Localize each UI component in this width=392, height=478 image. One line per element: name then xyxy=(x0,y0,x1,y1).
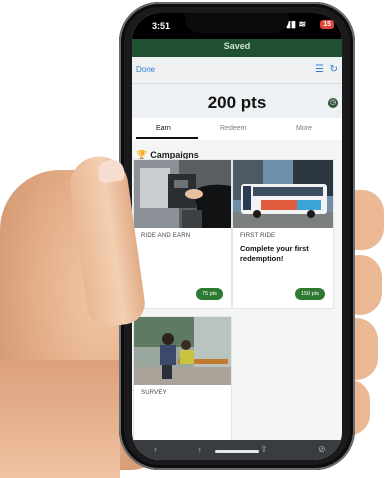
share-icon[interactable]: ⇪ xyxy=(260,444,268,455)
active-tab-indicator xyxy=(136,137,198,139)
refresh-icon[interactable]: ↻ xyxy=(330,64,338,75)
compass-icon[interactable]: ⊘ xyxy=(318,444,326,455)
points-summary: 200 pts ◷ xyxy=(132,84,342,118)
home-indicator xyxy=(215,450,259,453)
status-time: 3:51 xyxy=(152,21,171,31)
nav-bar: Done ☰ ↻ xyxy=(132,57,342,84)
campaign-photo-bus-stop xyxy=(134,317,231,385)
tab-bar: Earn Redeem More xyxy=(132,118,342,140)
history-icon[interactable]: ◷ xyxy=(328,98,338,108)
campaign-card-ride-and-earn[interactable]: RIDE AND EARN 75 pts xyxy=(133,159,232,309)
hand-wrist xyxy=(0,360,120,478)
campaign-label: RIDE AND EARN xyxy=(141,233,191,239)
wifi-icon: ▮▮ ≋ xyxy=(286,19,306,29)
done-button[interactable]: Done xyxy=(136,65,155,74)
saved-banner: Saved xyxy=(132,39,342,57)
campaign-label: SURVEY xyxy=(141,390,167,396)
tab-more[interactable]: More xyxy=(296,125,312,132)
points-badge: 150 pts xyxy=(294,288,325,300)
campaign-card-survey[interactable]: SURVEY xyxy=(133,316,232,442)
campaign-label: FIRST RIDE xyxy=(240,233,276,239)
list-icon[interactable]: ☰ xyxy=(315,64,324,75)
phone-frame: 3:51 ▮▮ ≋ 15 Saved Done ☰ ↻ 200 pts ◷ Ea… xyxy=(119,2,355,470)
points-badge: 75 pts xyxy=(196,288,223,300)
forward-icon[interactable]: › xyxy=(198,444,201,454)
tab-redeem[interactable]: Redeem xyxy=(220,125,246,132)
points-value: 200 pts xyxy=(207,93,267,112)
back-icon[interactable]: ‹ xyxy=(154,444,157,454)
tab-earn[interactable]: Earn xyxy=(156,125,171,132)
campaign-card-first-ride[interactable]: FIRST RIDE Complete your first redemptio… xyxy=(232,159,334,309)
campaign-photo-bus xyxy=(233,160,333,228)
battery-indicator: 15 xyxy=(320,20,334,29)
phone-screen: 3:51 ▮▮ ≋ 15 Saved Done ☰ ↻ 200 pts ◷ Ea… xyxy=(132,13,342,460)
campaign-description: Complete your first redemption! xyxy=(240,244,309,263)
notch xyxy=(185,13,289,33)
campaign-photo-fare-machine xyxy=(134,160,231,228)
